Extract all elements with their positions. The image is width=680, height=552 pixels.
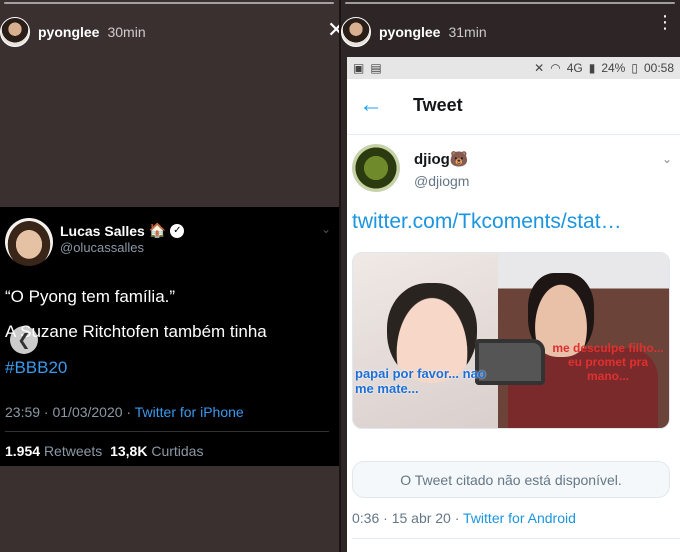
app-bar-title: Tweet	[413, 95, 463, 115]
chevron-down-icon[interactable]: ⌄	[662, 152, 672, 166]
android-status-bar: ▣ ▤ ✕ ◠ 4G ▮ 24% ▯ 00:58	[347, 57, 680, 79]
battery-icon: ▯	[631, 61, 638, 75]
tweet-meta: 0:36 · 15 abr 20 · Twitter for Android	[352, 510, 576, 526]
quoted-tweet-unavailable: O Tweet citado não está disponível.	[352, 461, 670, 498]
story-header: pyonglee 31min	[341, 14, 487, 50]
bear-emoji-icon: 🐻	[449, 151, 469, 168]
status-bar-notifications: ▣ ▤	[353, 61, 382, 75]
chevron-down-icon: ⌄	[320, 222, 331, 236]
tweet-text-line-2: A Suzane Ritchtofen também tinha	[5, 322, 267, 341]
clock: 00:58	[643, 61, 674, 75]
image-notification-icon: ▣	[353, 61, 365, 75]
tweet-meta: 23:59 · 01/03/2020 · Twitter for iPhone	[5, 404, 244, 420]
tweet-stats: 1.954 Retweets 13,8K Curtidas	[5, 443, 203, 459]
likes-count: 13,8K	[110, 443, 148, 459]
story-header: pyonglee 30min	[0, 14, 146, 50]
tweet-link[interactable]: twitter.com/Tkcoments/stat…	[352, 210, 622, 234]
app-bar: ← Tweet	[347, 79, 680, 135]
tweet-avatar[interactable]	[352, 144, 400, 192]
divider	[5, 431, 329, 432]
story-progress-bar	[4, 2, 334, 4]
tweet-media-image[interactable]: papai por favor... nao me mate... me des…	[352, 252, 670, 429]
status-bar-system: ✕ ◠ 4G ▮ 24% ▯ 00:58	[534, 61, 674, 75]
story-progress-bar	[345, 2, 675, 4]
verified-badge-icon: ✓	[170, 223, 185, 238]
retweets-label: Retweets	[43, 443, 103, 459]
battery-level: 24%	[601, 61, 626, 75]
tweet-author-handle: @djiogm	[414, 173, 470, 189]
clipboard-notification-icon: ▤	[370, 61, 382, 75]
story-time: 31min	[448, 24, 487, 40]
story-username[interactable]: pyonglee	[38, 24, 99, 40]
house-emoji-icon: 🏠	[148, 222, 167, 238]
tweet-text-line-1: “O Pyong tem família.”	[5, 287, 176, 306]
more-options-icon[interactable]: ⋮	[656, 13, 674, 31]
meme-caption-right: me desculpe filho... eu promet pra mano.…	[552, 341, 664, 383]
story-time: 30min	[107, 24, 146, 40]
right-story-panel: pyonglee 31min ⋮ ▣ ▤ ✕ ◠ 4G ▮ 24% ▯ 00:5…	[341, 0, 680, 552]
tweet-author-name-row: Lucas Salles 🏠 ✓	[60, 222, 185, 239]
tweet-hashtag: #BBB20	[5, 358, 68, 377]
back-arrow-icon[interactable]: ←	[359, 91, 383, 119]
tweet-source-link[interactable]: Twitter for Android	[463, 510, 576, 526]
divider	[352, 538, 680, 539]
tweet-source-link: Twitter for iPhone	[134, 404, 244, 420]
retweets-count: 1.954	[5, 443, 41, 459]
tweet-avatar	[5, 218, 53, 266]
signal-icon: ▮	[588, 61, 596, 75]
story-username[interactable]: pyonglee	[379, 24, 440, 40]
meme-caption-left: papai por favor... nao me mate...	[355, 366, 486, 396]
story-avatar[interactable]	[0, 17, 30, 47]
left-story-panel: pyonglee 30min Lucas Salles 🏠 ✓ @olucass…	[0, 0, 339, 552]
likes-label: Curtidas	[151, 443, 204, 459]
mute-icon: ✕	[534, 61, 545, 75]
tweet-author-name-text: djiog	[414, 151, 450, 168]
tweet-author-name: Lucas Salles	[60, 222, 145, 239]
story-avatar[interactable]	[341, 17, 371, 47]
tweet-author-handle: @olucassalles	[60, 240, 145, 255]
network-type: 4G	[566, 61, 583, 75]
tweet-datetime: 0:36 · 15 abr 20 ·	[352, 510, 460, 526]
close-icon[interactable]: ✕	[327, 19, 339, 41]
previous-story-button[interactable]: ❮	[10, 326, 38, 354]
tweet-datetime: 23:59 · 01/03/2020 ·	[5, 404, 132, 420]
wifi-icon: ◠	[550, 61, 561, 75]
tweet-card-dark: Lucas Salles 🏠 ✓ @olucassalles ⌄ “O Pyon…	[0, 207, 339, 466]
tweet-author-name[interactable]: djiog🐻	[414, 150, 469, 168]
